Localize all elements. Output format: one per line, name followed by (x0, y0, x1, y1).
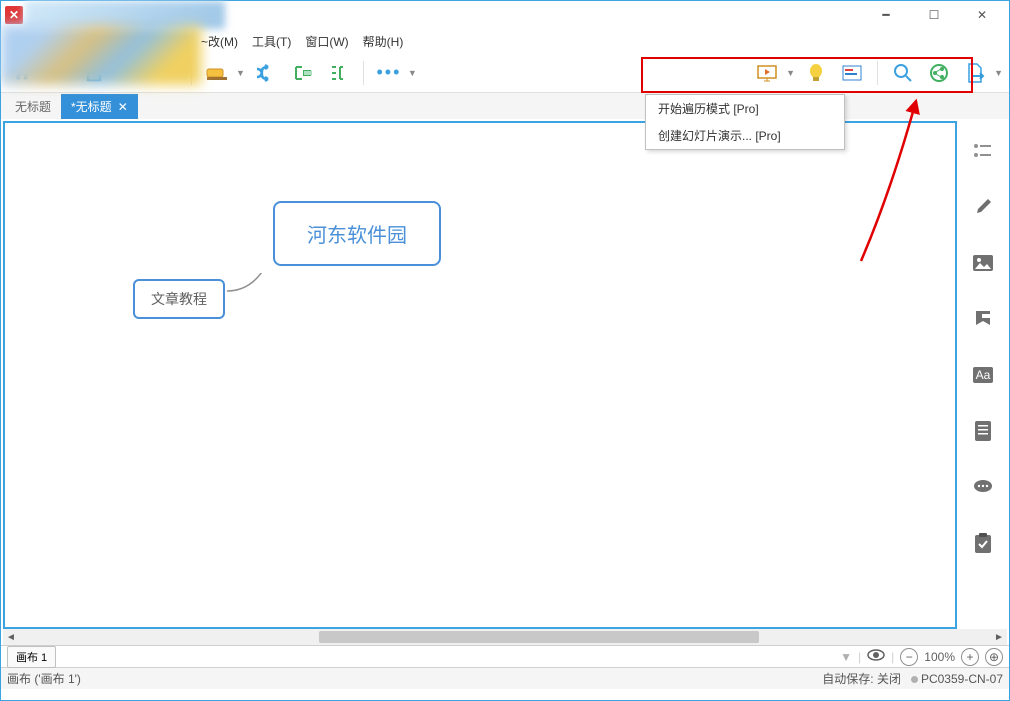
menubar: ~改(M) 工具(T) 窗口(W) 帮助(H) (1, 29, 1009, 53)
separator: | (858, 650, 861, 664)
svg-text:Aa: Aa (976, 368, 991, 382)
tab-untitled-2[interactable]: *无标题✕ (61, 94, 138, 119)
outline-icon[interactable] (971, 139, 995, 163)
marker-icon[interactable] (971, 307, 995, 331)
dropdown-icon[interactable]: ▼ (994, 68, 1003, 78)
filter-icon[interactable]: ▼ (840, 650, 852, 664)
close-icon[interactable]: ✕ (118, 100, 128, 114)
tabbar: 无标题 *无标题✕ (1, 93, 1009, 119)
separator (877, 61, 878, 85)
blurred-button[interactable] (43, 58, 73, 88)
status-bar: 画布 ('画布 1') 自动保存: 关闭 PC0359-CN-07 (1, 667, 1009, 689)
tab-untitled-1[interactable]: 无标题 (5, 94, 61, 119)
separator (363, 61, 364, 85)
scroll-track[interactable] (19, 629, 991, 645)
idea-button[interactable] (801, 58, 831, 88)
presentation-dropdown: 开始遍历模式 [Pro] 创建幻灯片演示... [Pro] (645, 94, 845, 150)
share-button[interactable] (924, 58, 954, 88)
scroll-right-icon[interactable]: ► (991, 629, 1007, 645)
separator: | (891, 650, 894, 664)
scroll-left-icon[interactable]: ◄ (3, 629, 19, 645)
presentation-button[interactable] (752, 58, 782, 88)
dropdown-icon[interactable]: ▼ (408, 68, 417, 78)
summary-button[interactable] (323, 58, 353, 88)
boundary-button[interactable] (287, 58, 317, 88)
menu-window[interactable]: 窗口(W) (305, 33, 348, 50)
menu-walkthrough[interactable]: 开始遍历模式 [Pro] (646, 95, 844, 122)
zoom-in-button[interactable]: + (961, 648, 979, 666)
app-icon: ✕ (5, 6, 23, 24)
sheet-bar: 画布 1 ▼ | | − 100% + ⊕ (1, 645, 1009, 667)
comments-icon[interactable] (971, 475, 995, 499)
relationship-button[interactable] (251, 58, 281, 88)
close-button[interactable]: ✕ (967, 5, 997, 25)
format-icon[interactable] (971, 195, 995, 219)
zoom-level: 100% (924, 650, 955, 664)
maximize-button[interactable]: ☐ (919, 5, 949, 25)
blurred-button-2[interactable] (115, 58, 145, 88)
node-connector (227, 273, 287, 313)
status-autosave: 自动保存: 关闭 (822, 670, 901, 687)
topic-button[interactable] (202, 58, 232, 88)
menu-slideshow[interactable]: 创建幻灯片演示... [Pro] (646, 122, 844, 149)
toolbar: ▼ ••• ▼ ▼ ▼ (1, 53, 1009, 93)
zoom-out-button[interactable]: − (900, 648, 918, 666)
menu-modify[interactable]: ~改(M) (201, 33, 238, 50)
task-icon[interactable] (971, 531, 995, 555)
text-icon[interactable]: Aa (971, 363, 995, 387)
side-panel: Aa (957, 119, 1009, 629)
canvas[interactable]: 河东软件园 文章教程 (3, 121, 957, 629)
sub-topic-node[interactable]: 文章教程 (133, 279, 225, 319)
image-icon[interactable] (971, 251, 995, 275)
more-button[interactable]: ••• (374, 58, 404, 88)
notes-icon[interactable] (971, 419, 995, 443)
visibility-icon[interactable] (867, 649, 885, 664)
status-pc: PC0359-CN-07 (911, 672, 1003, 686)
blurred-button-3[interactable] (151, 58, 181, 88)
minimize-button[interactable]: ━ (871, 5, 901, 25)
fit-button[interactable]: ⊕ (985, 648, 1003, 666)
export-button[interactable] (960, 58, 990, 88)
zoom-button[interactable] (888, 58, 918, 88)
dropdown-icon[interactable]: ▼ (786, 68, 795, 78)
sheet-tab[interactable]: 画布 1 (7, 646, 56, 668)
menu-help[interactable]: 帮助(H) (363, 33, 404, 50)
main-topic-node[interactable]: 河东软件园 (273, 201, 441, 266)
gantt-button[interactable] (837, 58, 867, 88)
canvas-area: 河东软件园 文章教程 Aa (1, 119, 1009, 629)
dropdown-icon[interactable]: ▼ (236, 68, 245, 78)
horizontal-scrollbar[interactable]: ◄ ► (3, 629, 1007, 645)
menu-tools[interactable]: 工具(T) (252, 33, 291, 50)
status-canvas: 画布 ('画布 1') (7, 670, 81, 687)
scroll-thumb[interactable] (319, 631, 759, 643)
